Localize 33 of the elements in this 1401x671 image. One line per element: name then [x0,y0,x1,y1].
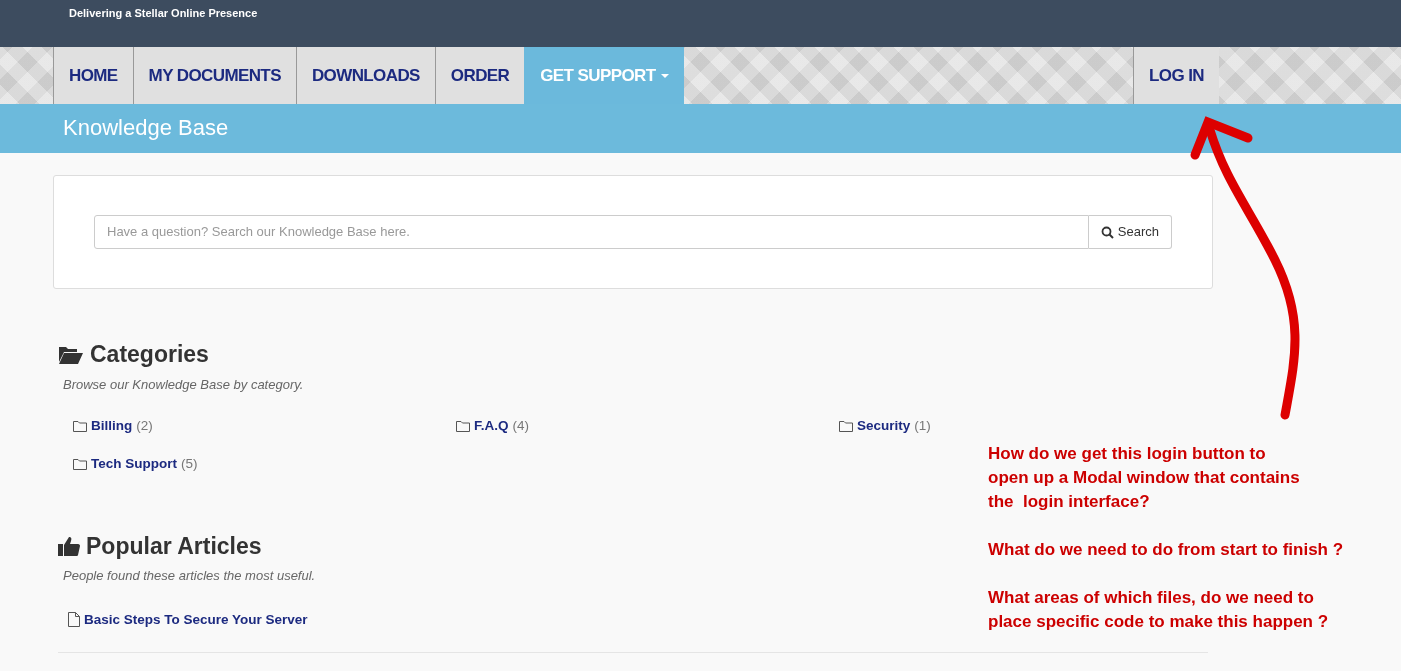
annotation-text: What do we need to do from start to finish ? [988,539,1344,561]
search-icon [1100,225,1114,239]
nav-tab[interactable]: ORDER [434,47,525,104]
article-count: (4) [512,417,529,436]
article-count: (2) [136,417,153,436]
section-heading: Popular Articles [86,532,262,561]
category-link[interactable]: Billing [91,416,133,437]
folder-icon [456,420,470,432]
article-link[interactable]: Basic Steps To Secure Your Server [84,609,308,630]
folder-icon [73,420,87,432]
annotation-text: What areas of which files, do we need to place specific code to make this happen ? [988,587,1330,633]
annotation-text: How do we get this login button to open up a Modal window that contains the login interface? [988,443,1301,513]
article-count: (1) [914,417,931,436]
nav-tab[interactable]: DOWNLOADS [295,47,435,104]
category-link[interactable]: Security [857,416,911,437]
folder-icon [839,420,853,432]
document-icon [68,612,80,628]
category-link[interactable]: Tech Support [91,454,177,475]
section-heading: Categories [90,341,209,369]
folder-open-icon [58,344,84,365]
section-subtitle: Browse our Knowledge Base by category. [63,375,305,394]
site-tagline: Delivering a Stellar Online Presence [69,7,258,19]
folder-icon [73,458,87,470]
nav-tab[interactable]: HOME [53,47,133,104]
search-button[interactable]: Search [1088,215,1172,249]
nav-tab[interactable]: LOG IN [1133,47,1219,104]
search-field[interactable]: Have a question? Search our Knowledge Base here. [94,215,1089,249]
article-count: (5) [181,455,198,474]
thumbs-up-icon [58,536,80,557]
category-link[interactable]: F.A.Q [474,416,509,437]
section-subtitle: People found these articles the most useful. [63,567,317,586]
nav-tab[interactable]: MY DOCUMENTS [132,47,296,104]
page-title: Knowledge Base [63,115,230,142]
